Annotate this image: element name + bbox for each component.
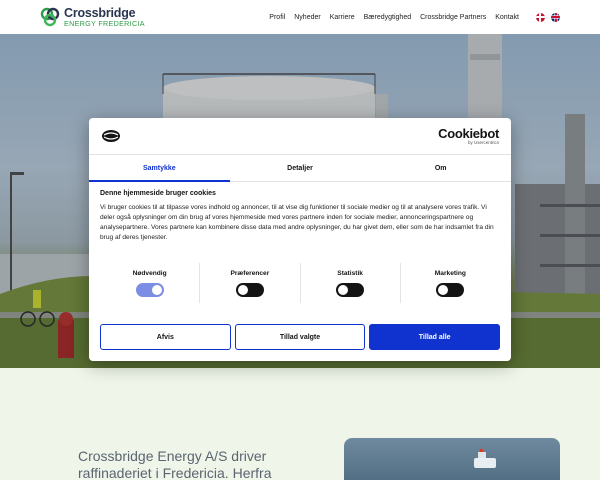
praeferencer-toggle[interactable] bbox=[235, 282, 264, 297]
nav-item-karriere[interactable]: Karriere bbox=[330, 14, 355, 21]
nav-item-crossbridge-partners[interactable]: Crossbridge Partners bbox=[420, 14, 486, 21]
category-noedvendig: Nødvendig bbox=[100, 263, 199, 303]
category-marketing: Marketing bbox=[399, 263, 500, 303]
logo-subtitle: ENERGY FREDERICIA bbox=[64, 19, 145, 29]
category-label: Nødvendig bbox=[132, 269, 167, 277]
marketing-toggle[interactable] bbox=[436, 282, 465, 297]
nav-item-nyheder[interactable]: Nyheder bbox=[294, 14, 320, 21]
gb-flag-icon[interactable] bbox=[551, 12, 560, 22]
statistik-toggle[interactable] bbox=[336, 282, 365, 297]
cookie-categories: Nødvendig Præferencer Statistik Marketin… bbox=[100, 263, 500, 303]
ship-image bbox=[344, 438, 560, 480]
nav-item-baeredygtighed[interactable]: Bæredygtighed bbox=[364, 14, 411, 21]
logo-wordmark: Crossbridge bbox=[64, 5, 136, 20]
nav-item-kontakt[interactable]: Kontakt bbox=[495, 14, 519, 21]
cookiebot-wordmark: Cookiebot bbox=[438, 125, 499, 141]
cookie-consent-dialog: Cookiebot by Usercentrics Samtykke Detal… bbox=[89, 118, 511, 361]
cookiebot-logo[interactable]: Cookiebot by Usercentrics bbox=[438, 127, 499, 146]
language-switcher bbox=[536, 12, 560, 22]
tab-detaljer[interactable]: Detaljer bbox=[230, 155, 371, 181]
dk-flag-icon[interactable] bbox=[536, 12, 545, 22]
cookie-tabs: Samtykke Detaljer Om bbox=[89, 154, 511, 182]
allow-all-button[interactable]: Tillad alle bbox=[369, 324, 501, 350]
site-header: Crossbridge ENERGY FREDERICIA Profil Nyh… bbox=[0, 0, 600, 34]
cookie-icon bbox=[102, 130, 120, 142]
deny-button[interactable]: Afvis bbox=[100, 324, 231, 350]
tab-samtykke[interactable]: Samtykke bbox=[89, 155, 230, 182]
cookie-description: Vi bruger cookies til at tilpasse vores … bbox=[100, 204, 494, 241]
category-praeferencer: Præferencer bbox=[199, 263, 299, 303]
cookie-buttons: Afvis Tillad valgte Tillad alle bbox=[100, 324, 501, 350]
intro-section: Crossbridge Energy A/S driver raffinader… bbox=[0, 368, 600, 480]
cookie-heading: Denne hjemmeside bruger cookies bbox=[100, 190, 216, 197]
category-statistik: Statistik bbox=[299, 263, 400, 303]
noedvendig-toggle[interactable] bbox=[135, 282, 164, 297]
toggle-knob bbox=[151, 284, 162, 295]
site-logo[interactable]: Crossbridge ENERGY FREDERICIA bbox=[40, 5, 145, 29]
nav-item-profil[interactable]: Profil bbox=[269, 14, 285, 21]
main-nav: Profil Nyheder Karriere Bæredygtighed Cr… bbox=[269, 12, 560, 22]
toggle-knob bbox=[338, 284, 349, 295]
tab-om[interactable]: Om bbox=[370, 155, 511, 181]
toggle-knob bbox=[438, 284, 449, 295]
tanker-ship-icon bbox=[474, 449, 496, 468]
intro-text: Crossbridge Energy A/S driver raffinader… bbox=[78, 448, 272, 480]
cookiebot-byline: by Usercentrics bbox=[467, 139, 499, 145]
toggle-knob bbox=[237, 284, 248, 295]
category-label: Statistik bbox=[337, 269, 363, 277]
logo-mark-icon bbox=[40, 7, 60, 27]
allow-selected-button[interactable]: Tillad valgte bbox=[234, 324, 366, 350]
category-label: Præferencer bbox=[230, 269, 270, 277]
category-label: Marketing bbox=[434, 269, 466, 277]
